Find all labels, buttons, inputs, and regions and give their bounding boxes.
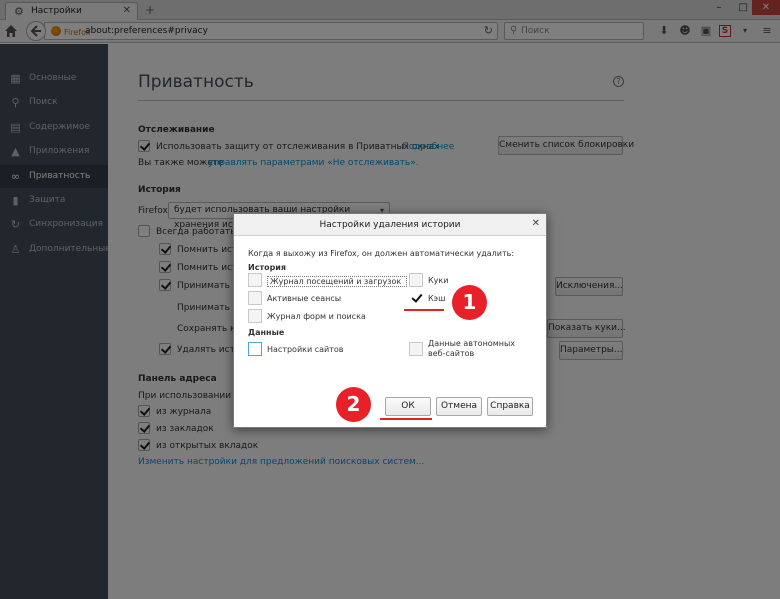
browsing-history-checkbox[interactable] bbox=[248, 273, 262, 287]
dialog-title: Настройки удаления истории bbox=[319, 220, 461, 230]
offline-data-label-line2: веб-сайтов bbox=[428, 349, 475, 358]
annotation-marker-2: 2 bbox=[336, 387, 371, 422]
form-history-checkbox[interactable] bbox=[248, 309, 262, 323]
offline-data-checkbox[interactable] bbox=[409, 342, 423, 356]
ok-button[interactable]: ОК bbox=[385, 397, 431, 416]
site-settings-checkbox[interactable] bbox=[248, 342, 262, 356]
cache-label: Кэш bbox=[428, 294, 446, 303]
data-section-heading: Данные bbox=[248, 328, 285, 337]
history-section-heading: История bbox=[248, 263, 287, 272]
offline-data-label-line1: Данные автономных bbox=[428, 339, 516, 348]
annotation-underline-2 bbox=[380, 418, 432, 420]
site-settings-label: Настройки сайтов bbox=[267, 345, 344, 354]
cookies-checkbox[interactable] bbox=[409, 273, 423, 287]
close-icon[interactable]: ✕ bbox=[532, 218, 540, 229]
active-logins-checkbox[interactable] bbox=[248, 291, 262, 305]
form-history-label: Журнал форм и поиска bbox=[267, 312, 366, 321]
active-logins-label: Активные сеансы bbox=[267, 294, 342, 303]
cache-checkbox[interactable] bbox=[409, 291, 423, 305]
help-button[interactable]: Справка bbox=[487, 397, 533, 416]
annotation-underline-1 bbox=[404, 309, 444, 311]
browsing-history-label: Журнал посещений и загрузок bbox=[267, 276, 407, 287]
annotation-marker-1: 1 bbox=[452, 285, 487, 320]
cookies-label: Куки bbox=[428, 276, 449, 285]
dialog-titlebar: Настройки удаления истории ✕ bbox=[234, 214, 546, 236]
cancel-button[interactable]: Отмена bbox=[436, 397, 482, 416]
clear-history-settings-dialog: Настройки удаления истории ✕ Когда я вых… bbox=[233, 213, 547, 428]
dialog-intro: Когда я выхожу из Firefox, он должен авт… bbox=[248, 249, 515, 258]
